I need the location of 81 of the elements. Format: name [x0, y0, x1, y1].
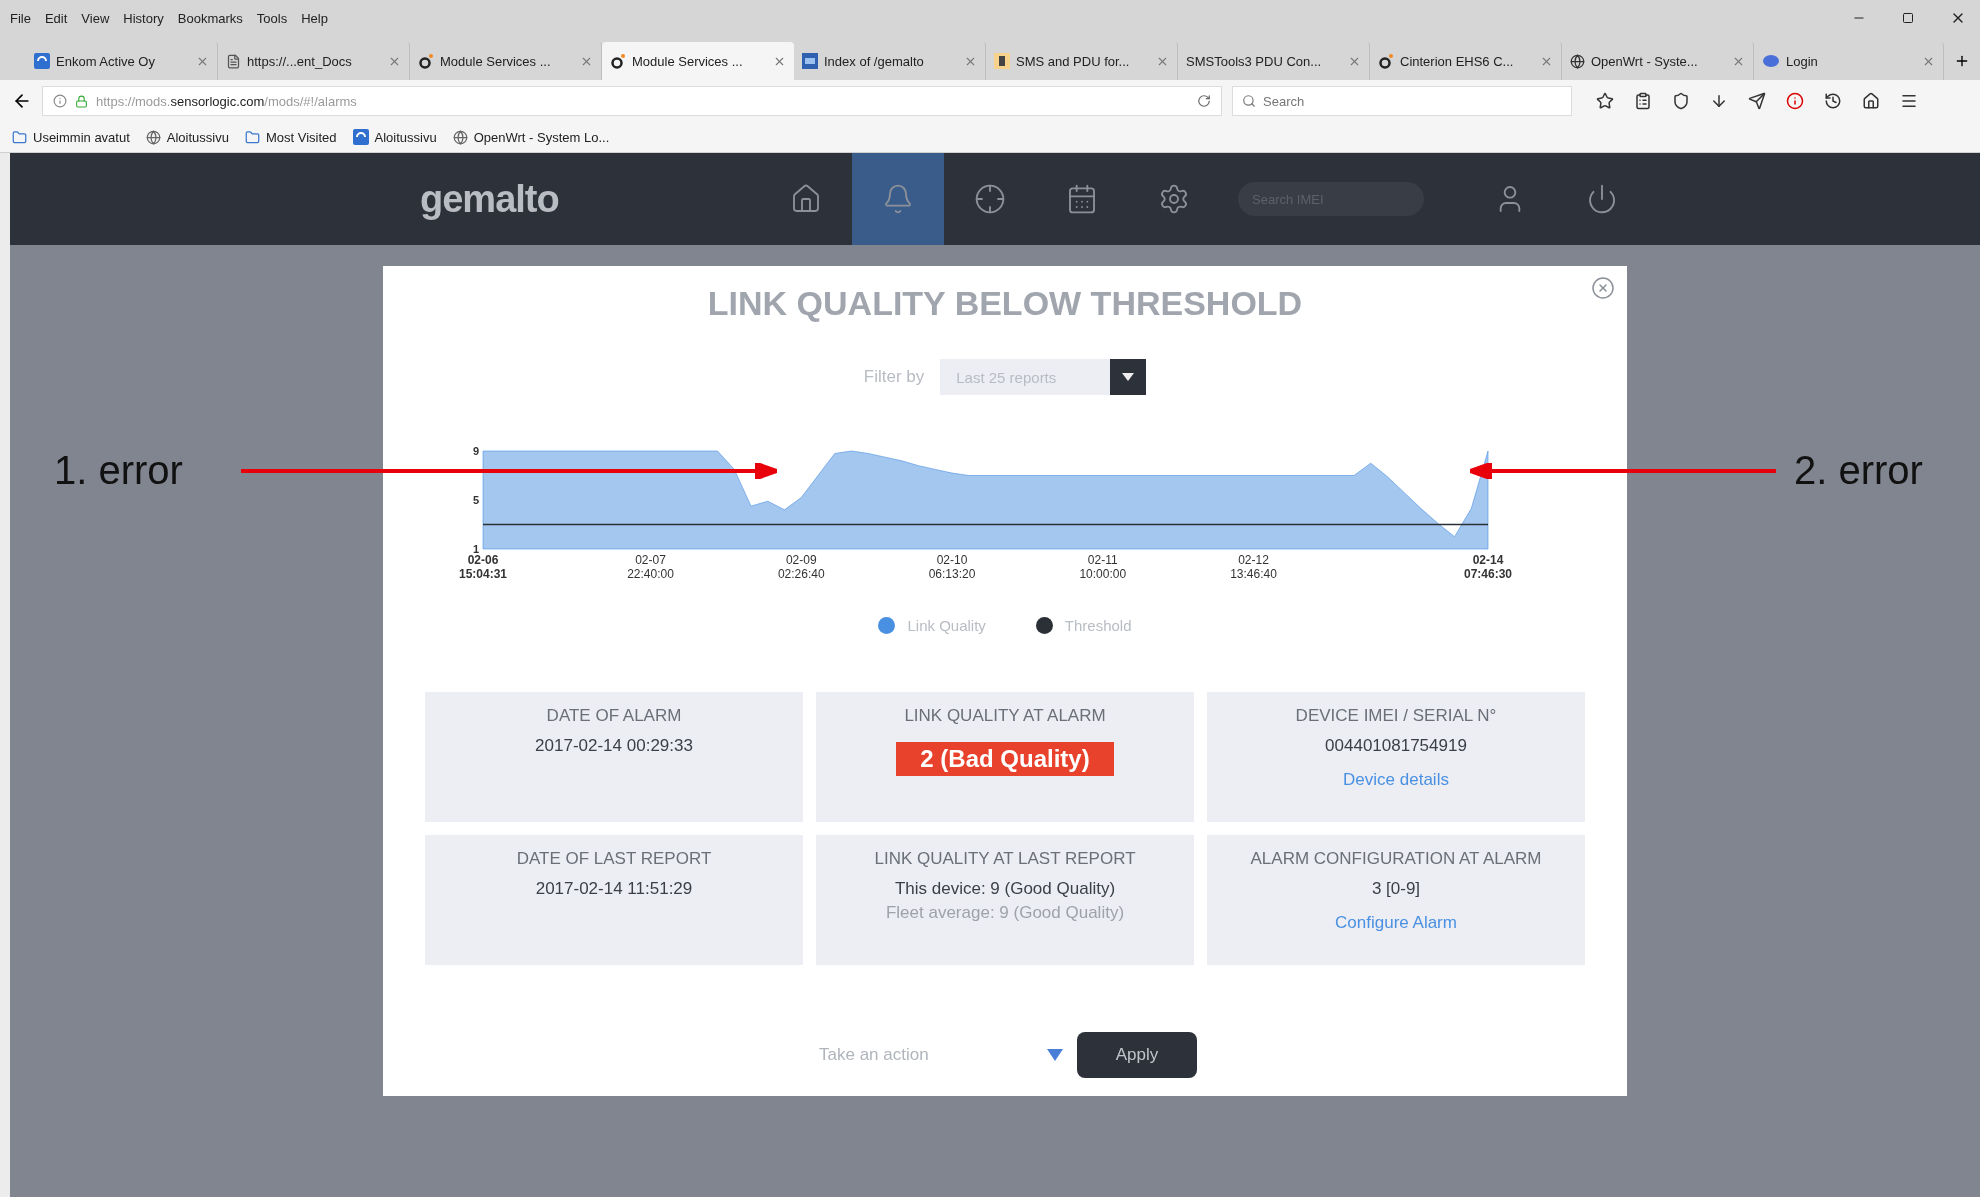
menu-item[interactable]: History: [123, 10, 164, 26]
calendar-icon: [1066, 183, 1098, 215]
settings-icon: [1158, 183, 1190, 215]
menu-item[interactable]: View: [81, 10, 110, 26]
search-field[interactable]: Search: [1232, 86, 1572, 116]
send-icon[interactable]: [1748, 92, 1766, 110]
shield-icon[interactable]: [1672, 92, 1690, 110]
folder-icon: [244, 129, 260, 145]
maximize-icon[interactable]: [1902, 12, 1914, 24]
card-value: 2017-02-14 11:51:29: [535, 879, 693, 899]
ring-icon: [418, 53, 434, 69]
axis-tick-label: 02-06 15:04:31: [459, 553, 507, 581]
annotation-label: 2. error: [1794, 448, 1923, 493]
dropdown-button[interactable]: [1110, 359, 1147, 395]
card-value: This device: 9 (Good Quality): [894, 879, 1116, 899]
site-icon: [34, 53, 50, 69]
card-value: 3 [0-9]: [1371, 879, 1421, 899]
axis-tick-label: 1: [472, 543, 479, 555]
quality-badge: 2 (Bad Quality): [896, 742, 1114, 776]
clipboard-icon[interactable]: [1634, 92, 1652, 110]
menu-item[interactable]: File: [10, 10, 31, 26]
url-field[interactable]: https://mods.sensorlogic.com/mods/#!/alarms: [42, 86, 1222, 116]
lock-icon: [75, 94, 88, 108]
close-button[interactable]: [1591, 276, 1615, 300]
axis-tick-label: 02-09 02:26:40: [777, 553, 825, 581]
ring-icon: [1378, 53, 1394, 69]
menu-item[interactable]: Help: [301, 10, 328, 26]
menu-item[interactable]: Edit: [44, 10, 68, 26]
bookmark[interactable]: Aloitussivu: [352, 129, 437, 145]
apply-button[interactable]: Apply: [1077, 1032, 1197, 1078]
bookmark[interactable]: OpenWrt - System Lo...: [452, 129, 610, 145]
bell-icon: [882, 183, 914, 215]
url-text: https://mods.sensorlogic.com/mods/#!/alarms: [96, 93, 358, 109]
bookmark[interactable]: Useimmin avatut: [12, 129, 130, 145]
axis-tick-label: 5: [472, 494, 479, 506]
axis-tick-label: 02-07 22:40:00: [627, 553, 674, 581]
globe-icon: [452, 129, 468, 145]
home-icon[interactable]: [1862, 92, 1880, 110]
browser-tab[interactable]: Module Services ...: [602, 42, 794, 80]
card-label: LINK QUALITY AT ALARM: [904, 706, 1106, 726]
folder-icon: [802, 53, 818, 69]
card-label: DATE OF LAST REPORT: [516, 849, 712, 869]
globe-icon: [1570, 53, 1585, 69]
folder-icon: [12, 129, 27, 145]
star-icon[interactable]: [1596, 92, 1614, 110]
crosshair-icon: [974, 183, 1006, 215]
caret-icon[interactable]: [1047, 1049, 1063, 1061]
menu-item[interactable]: Tools: [256, 10, 288, 26]
menu-icon[interactable]: [1900, 92, 1918, 110]
axis-tick-label: 9: [472, 445, 479, 457]
globe-icon: [145, 129, 161, 145]
new-tab-icon[interactable]: [1954, 53, 1970, 69]
card-value: 2017-02-14 00:29:33: [535, 736, 693, 756]
login-icon: [1762, 54, 1780, 68]
dialog-title: LINK QUALITY BELOW THRESHOLD: [707, 284, 1303, 323]
card-label: DATE OF ALARM: [546, 706, 682, 726]
axis-tick-label: 02-12 13:46:40: [1230, 553, 1277, 581]
axis-tick-label: 02-11 10:00:00: [1079, 553, 1127, 581]
annotation-label: 1. error: [54, 448, 183, 493]
card-label: LINK QUALITY AT LAST REPORT: [874, 849, 1136, 869]
card-value: 004401081754919: [1325, 736, 1467, 756]
bookmark[interactable]: Most Visited: [244, 129, 337, 145]
axis-tick-label: 02-10 06:13:20: [928, 553, 976, 581]
home-icon: [790, 183, 822, 215]
history-icon[interactable]: [1824, 92, 1842, 110]
download-icon[interactable]: [1710, 92, 1728, 110]
axis-tick-label: 02-14 07:46:30: [1464, 553, 1512, 581]
ring-icon: [610, 53, 626, 69]
menu-item[interactable]: Bookmarks: [177, 10, 243, 26]
bookmark[interactable]: Aloitussivu: [145, 129, 229, 145]
logo: gemalto: [420, 176, 560, 222]
info-icon[interactable]: [53, 94, 67, 108]
card-label: ALARM CONFIGURATION AT ALARM: [1250, 849, 1542, 869]
site-icon: [352, 129, 369, 145]
caret-icon: [1122, 373, 1135, 381]
card-label: DEVICE IMEI / SERIAL N°: [1295, 706, 1497, 726]
card-subvalue: Fleet average: 9 (Good Quality): [885, 903, 1125, 923]
filter-label: Filter by: [863, 367, 925, 387]
power-icon: [1586, 183, 1618, 215]
reload-icon[interactable]: [1197, 94, 1211, 108]
document-icon: [226, 53, 241, 69]
